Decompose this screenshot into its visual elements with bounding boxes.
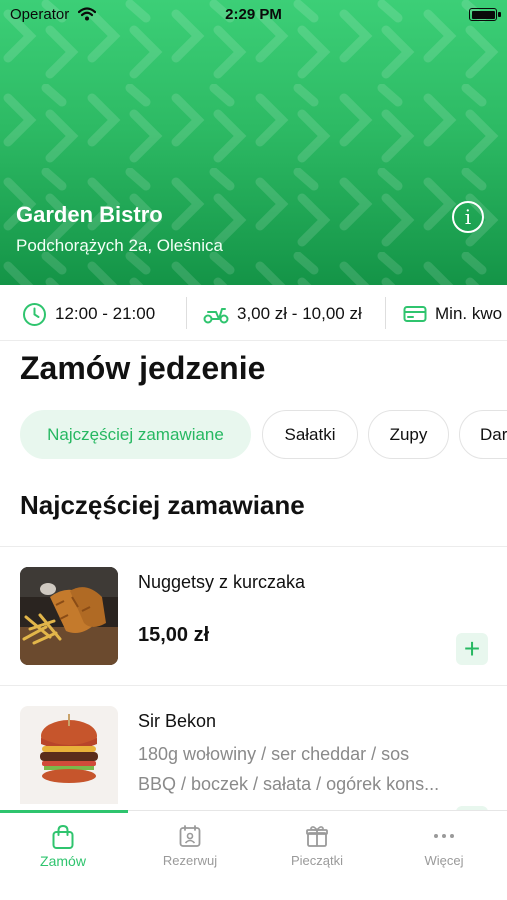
calendar-person-icon <box>179 825 201 847</box>
divider <box>385 297 386 329</box>
tab-label: Rezerwuj <box>162 853 218 868</box>
category-chip-zupy[interactable]: Zupy <box>368 410 449 459</box>
min-order-text: Min. kwo <box>435 304 503 323</box>
restaurant-address: Podchorążych 2a, Oleśnica <box>16 236 223 255</box>
restaurant-name: Garden Bistro <box>16 202 163 227</box>
item-price: 15,00 zł <box>138 624 210 646</box>
tab-zamow[interactable]: Zamów <box>0 811 126 881</box>
category-chip-najczesciej[interactable]: Najczęściej zamawiane <box>20 410 251 459</box>
nuggets-image <box>20 567 118 665</box>
bottom-tab-bar: Zamów Rezerwuj Pieczątki Więcej <box>0 810 507 900</box>
menu-item-nuggets[interactable]: Nuggetsy z kurczaka 15,00 zł + <box>0 547 507 685</box>
restaurant-info-bar: 12:00 - 21:00 3,00 zł - 10,00 zł Min. kw… <box>0 285 507 341</box>
gift-icon <box>306 826 328 847</box>
delivery-fee: 3,00 zł - 10,00 zł <box>203 302 362 326</box>
category-chips: Najczęściej zamawiane Sałatki Zupy Dar <box>0 410 507 460</box>
delivery-fee-text: 3,00 zł - 10,00 zł <box>237 304 362 323</box>
tab-wiecej[interactable]: Więcej <box>381 811 507 881</box>
item-description-line1: 180g wołowiny / ser cheddar / sos <box>138 744 410 764</box>
category-chip-salatki[interactable]: Sałatki <box>262 410 358 459</box>
divider <box>186 297 187 329</box>
info-icon[interactable]: i <box>452 201 484 233</box>
restaurant-header: Operator 2:29 PM Garden Bistro Podchorąż… <box>0 0 507 285</box>
battery-icon <box>469 8 501 21</box>
more-dots-icon <box>434 834 454 838</box>
min-order: Min. kwo <box>403 302 502 326</box>
page-title: Zamów jedzenie <box>20 350 266 386</box>
item-name: Sir Bekon <box>138 711 217 731</box>
tab-label: Pieczątki <box>290 853 344 868</box>
opening-hours: 12:00 - 21:00 <box>22 302 155 326</box>
category-chip-dania[interactable]: Dar <box>459 410 507 459</box>
tab-label: Zamów <box>40 853 86 869</box>
item-name: Nuggetsy z kurczaka <box>138 572 306 592</box>
opening-hours-text: 12:00 - 21:00 <box>55 304 156 323</box>
status-bar: Operator 2:29 PM <box>0 0 507 30</box>
scooter-icon <box>203 308 229 324</box>
tab-pieczatki[interactable]: Pieczątki <box>254 811 380 881</box>
card-icon <box>403 306 427 322</box>
tab-rezerwuj[interactable]: Rezerwuj <box>127 811 253 881</box>
clock-icon <box>23 302 46 326</box>
category-heading: Najczęściej zamawiane <box>20 490 305 520</box>
menu-item-sir-bekon[interactable]: Sir Bekon 180g wołowiny / ser cheddar / … <box>0 686 507 810</box>
shopping-bag-icon <box>52 824 74 849</box>
add-to-cart-button[interactable]: + <box>456 633 488 665</box>
item-description-line2: BBQ / boczek / sałata / ogórek kons... <box>138 774 440 794</box>
status-time: 2:29 PM <box>225 6 282 23</box>
tab-label: Więcej <box>424 853 464 868</box>
burger-image <box>20 706 118 804</box>
